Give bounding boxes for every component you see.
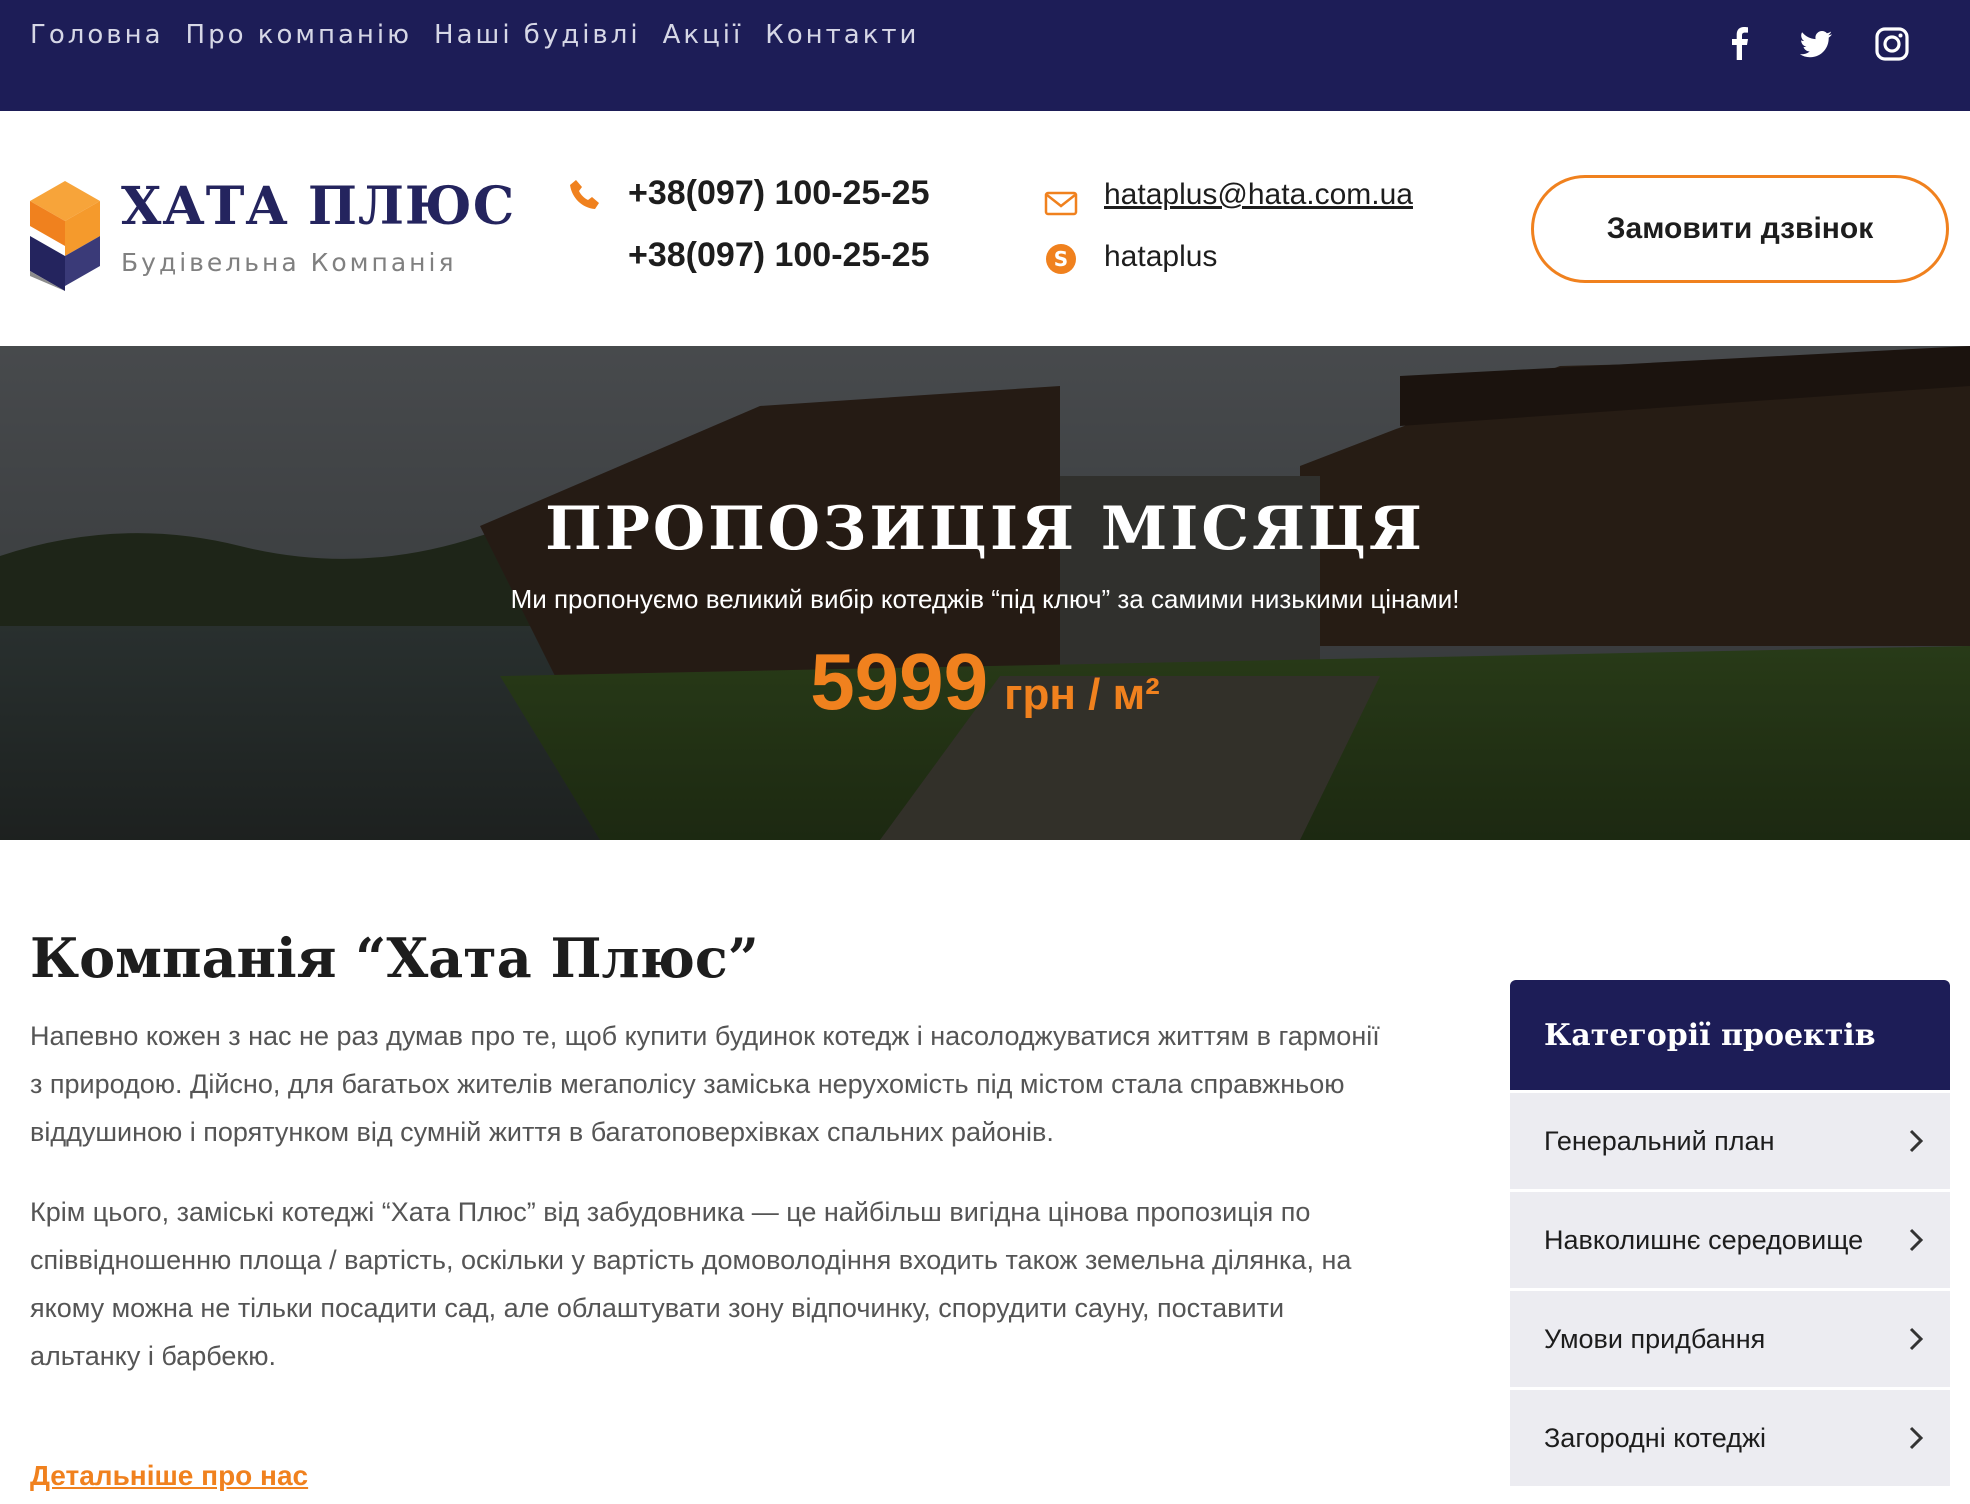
top-navigation-bar: Головна Про компанію Наші будівлі Акції … — [0, 0, 1970, 111]
about-section: Компанія “Хата Плюс” Напевно кожен з нас… — [30, 926, 1390, 1412]
nav-item-buildings[interactable]: Наші будівлі — [434, 20, 641, 50]
about-paragraph-1: Напевно кожен з нас не раз думав про те,… — [30, 1021, 1380, 1147]
site-header: ХАТА ПЛЮС Будівельна Компанія +38(097) 1… — [0, 111, 1970, 346]
about-heading: Компанія “Хата Плюс” — [30, 926, 759, 990]
more-about-link[interactable]: Детальніше про нас — [30, 1460, 308, 1492]
phone-number-2[interactable]: +38(097) 100-25-25 — [628, 236, 930, 275]
project-categories-sidebar: Категорії проектів Генеральний план Навк… — [1510, 980, 1950, 1486]
chevron-right-icon — [1909, 1327, 1924, 1351]
hero-price: 5999 грн / м² — [0, 636, 1970, 728]
about-paragraph-2: Крім цього, заміські котеджі “Хата Плюс”… — [30, 1197, 1352, 1371]
facebook-icon[interactable] — [1722, 26, 1758, 62]
sidebar-item-label: Умови придбання — [1544, 1323, 1766, 1354]
social-links — [1722, 26, 1910, 62]
nav-item-promotions[interactable]: Акції — [663, 20, 744, 50]
skype-handle[interactable]: hataplus — [1104, 240, 1217, 274]
email-link[interactable]: hataplus@hata.com.ua — [1104, 178, 1413, 212]
twitter-icon[interactable] — [1798, 26, 1834, 62]
instagram-icon[interactable] — [1874, 26, 1910, 62]
sidebar-item-environment[interactable]: Навколишнє середовище — [1510, 1189, 1950, 1288]
phone-icon — [570, 180, 599, 209]
hero-subtitle: Ми пропонуємо великий вибір котеджів “пі… — [510, 584, 1460, 614]
sidebar-item-label: Навколишнє середовище — [1544, 1224, 1864, 1255]
logo-mark-icon — [30, 181, 100, 291]
nav-item-contacts[interactable]: Контакти — [765, 20, 919, 50]
phone-number-1[interactable]: +38(097) 100-25-25 — [628, 174, 930, 213]
sidebar-item-label: Генеральний план — [1544, 1125, 1775, 1156]
logo-title: ХАТА ПЛЮС — [121, 176, 516, 237]
order-call-button[interactable]: Замовити дзвінок — [1531, 175, 1949, 283]
nav-item-home[interactable]: Головна — [30, 20, 164, 50]
email-icon — [1044, 191, 1078, 216]
chevron-right-icon — [1909, 1426, 1924, 1450]
chevron-right-icon — [1909, 1129, 1924, 1153]
skype-icon: S — [1046, 244, 1076, 274]
svg-text:S: S — [1054, 247, 1068, 271]
sidebar-item-label: Загородні котеджі — [1544, 1422, 1767, 1453]
sidebar-item-purchase-terms[interactable]: Умови придбання — [1510, 1288, 1950, 1387]
sidebar-title: Категорії проектів — [1510, 980, 1950, 1090]
nav-item-about[interactable]: Про компанію — [186, 20, 413, 50]
chevron-right-icon — [1909, 1228, 1924, 1252]
sidebar-item-country-cottages[interactable]: Загородні котеджі — [1510, 1387, 1950, 1486]
main-menu: Головна Про компанію Наші будівлі Акції … — [30, 20, 941, 50]
hero-title: ПРОПОЗИЦІЯ МІСЯЦЯ — [545, 494, 1425, 564]
sidebar-item-general-plan[interactable]: Генеральний план — [1510, 1090, 1950, 1189]
price-value: 5999 — [810, 637, 989, 726]
logo-subtitle: Будівельна Компанія — [121, 248, 457, 277]
hero-banner: ПРОПОЗИЦІЯ МІСЯЦЯ Ми пропонуємо великий … — [0, 346, 1970, 840]
price-unit: грн / м² — [1004, 670, 1160, 719]
